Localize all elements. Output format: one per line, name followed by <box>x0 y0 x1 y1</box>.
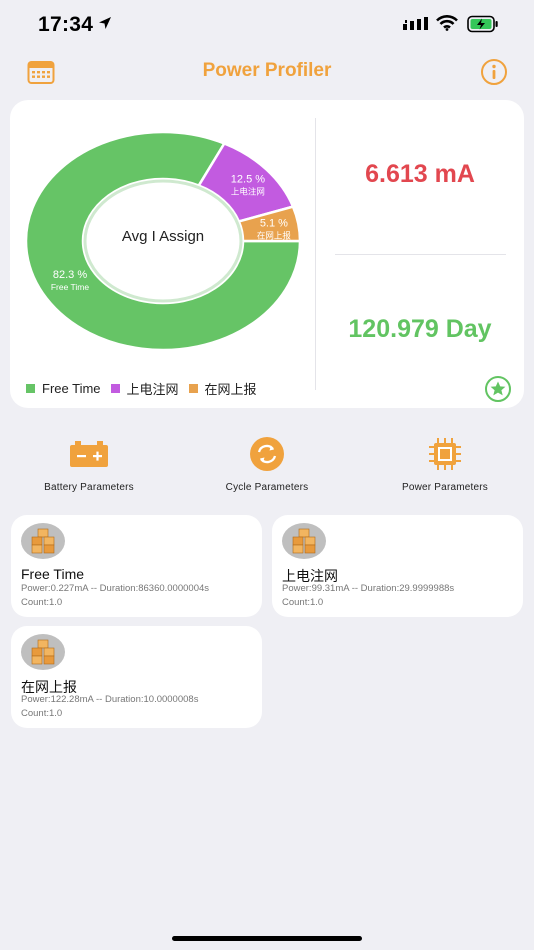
donut-chart: 82.3 % Free Time 12.5 % 上电注网 5.1 % 在网上报 Avg I… <box>24 130 302 352</box>
donut-hole <box>83 179 243 303</box>
boxes-icon <box>31 528 55 554</box>
mode-detail: Power:122.28mA -- Duration:10.0000008s <box>21 694 199 705</box>
status-bar: 17:34 <box>0 0 534 50</box>
donut-chart-svg: 82.3 %Free Time 12.5 %上电注网 5.1 %在网上报 <box>24 130 302 352</box>
star-icon[interactable] <box>484 375 512 403</box>
cycle-icon <box>250 437 284 471</box>
legend-swatch <box>26 384 35 393</box>
cycle-parameters-button[interactable]: Cycle Parameters <box>187 434 347 493</box>
parameter-actions: Battery Parameters Cycle Parameters Powe… <box>0 434 534 504</box>
legend-item-power-on-register: 上电注网 <box>110 379 179 398</box>
mode-card-power-on-register[interactable]: 上电注网 Power:99.31mA -- Duration:29.999998… <box>272 515 523 617</box>
slice-category-label: Free Time <box>51 282 90 292</box>
legend-item-online-report: 在网上报 <box>188 379 257 398</box>
battery-life-value: 120.979 Day <box>348 315 492 343</box>
mode-detail: Power:0.227mA -- Duration:86360.0000004s <box>21 583 210 594</box>
page-title: Power Profiler <box>202 60 332 81</box>
mode-name: Free Time <box>21 566 85 582</box>
action-label: Cycle Parameters <box>225 482 309 493</box>
nav-bar: Power Profiler <box>0 52 534 92</box>
slice-category-label: 在网上报 <box>257 231 292 241</box>
location-arrow-icon <box>99 17 111 29</box>
mode-card-online-report[interactable]: 在网上报 Power:122.28mA -- Duration:10.00000… <box>11 626 262 728</box>
horizontal-divider <box>335 254 506 255</box>
mode-card-free-time[interactable]: Free Time Power:0.227mA -- Duration:8636… <box>11 515 262 617</box>
chip-icon <box>429 438 461 470</box>
chart-legend: Free Time 上电注网 在网上报 <box>26 379 267 398</box>
legend-label: 上电注网 <box>126 382 179 397</box>
battery-charging-icon <box>467 15 498 33</box>
mode-count: Count:1.0 <box>21 597 63 608</box>
summary-card: 82.3 % Free Time 12.5 % 上电注网 5.1 % 在网上报 Avg I… <box>10 100 524 408</box>
legend-label: 在网上报 <box>204 382 257 397</box>
mode-detail: Power:99.31mA -- Duration:29.9999988s <box>282 583 455 594</box>
action-label: Power Parameters <box>401 482 488 493</box>
battery-parameters-button[interactable]: Battery Parameters <box>9 434 169 493</box>
vertical-divider <box>315 118 316 390</box>
avatar <box>21 523 65 559</box>
avatar <box>21 634 65 670</box>
mode-count: Count:1.0 <box>282 597 324 608</box>
power-parameters-button[interactable]: Power Parameters <box>365 434 525 493</box>
wifi-icon <box>436 15 458 31</box>
action-label: Battery Parameters <box>44 482 134 493</box>
boxes-icon <box>292 528 316 554</box>
mode-count: Count:1.0 <box>21 708 63 719</box>
average-current-value: 6.613 mA <box>365 160 475 188</box>
cellular-signal-icon <box>403 17 428 30</box>
home-indicator <box>172 936 362 941</box>
slice-value-label: 82.3 % <box>53 269 87 281</box>
legend-label: Free Time <box>42 381 101 396</box>
info-icon[interactable] <box>480 58 508 86</box>
legend-swatch <box>188 384 198 393</box>
slice-value-label: 12.5 % <box>231 173 265 185</box>
legend-item-free-time: Free Time <box>26 381 101 396</box>
slice-category-label: 上电注网 <box>231 186 265 196</box>
status-time: 17:34 <box>38 13 94 36</box>
battery-icon <box>70 441 108 467</box>
avatar <box>282 523 326 559</box>
boxes-icon <box>31 639 55 665</box>
legend-swatch <box>110 384 120 393</box>
slice-value-label: 5.1 % <box>260 218 288 230</box>
